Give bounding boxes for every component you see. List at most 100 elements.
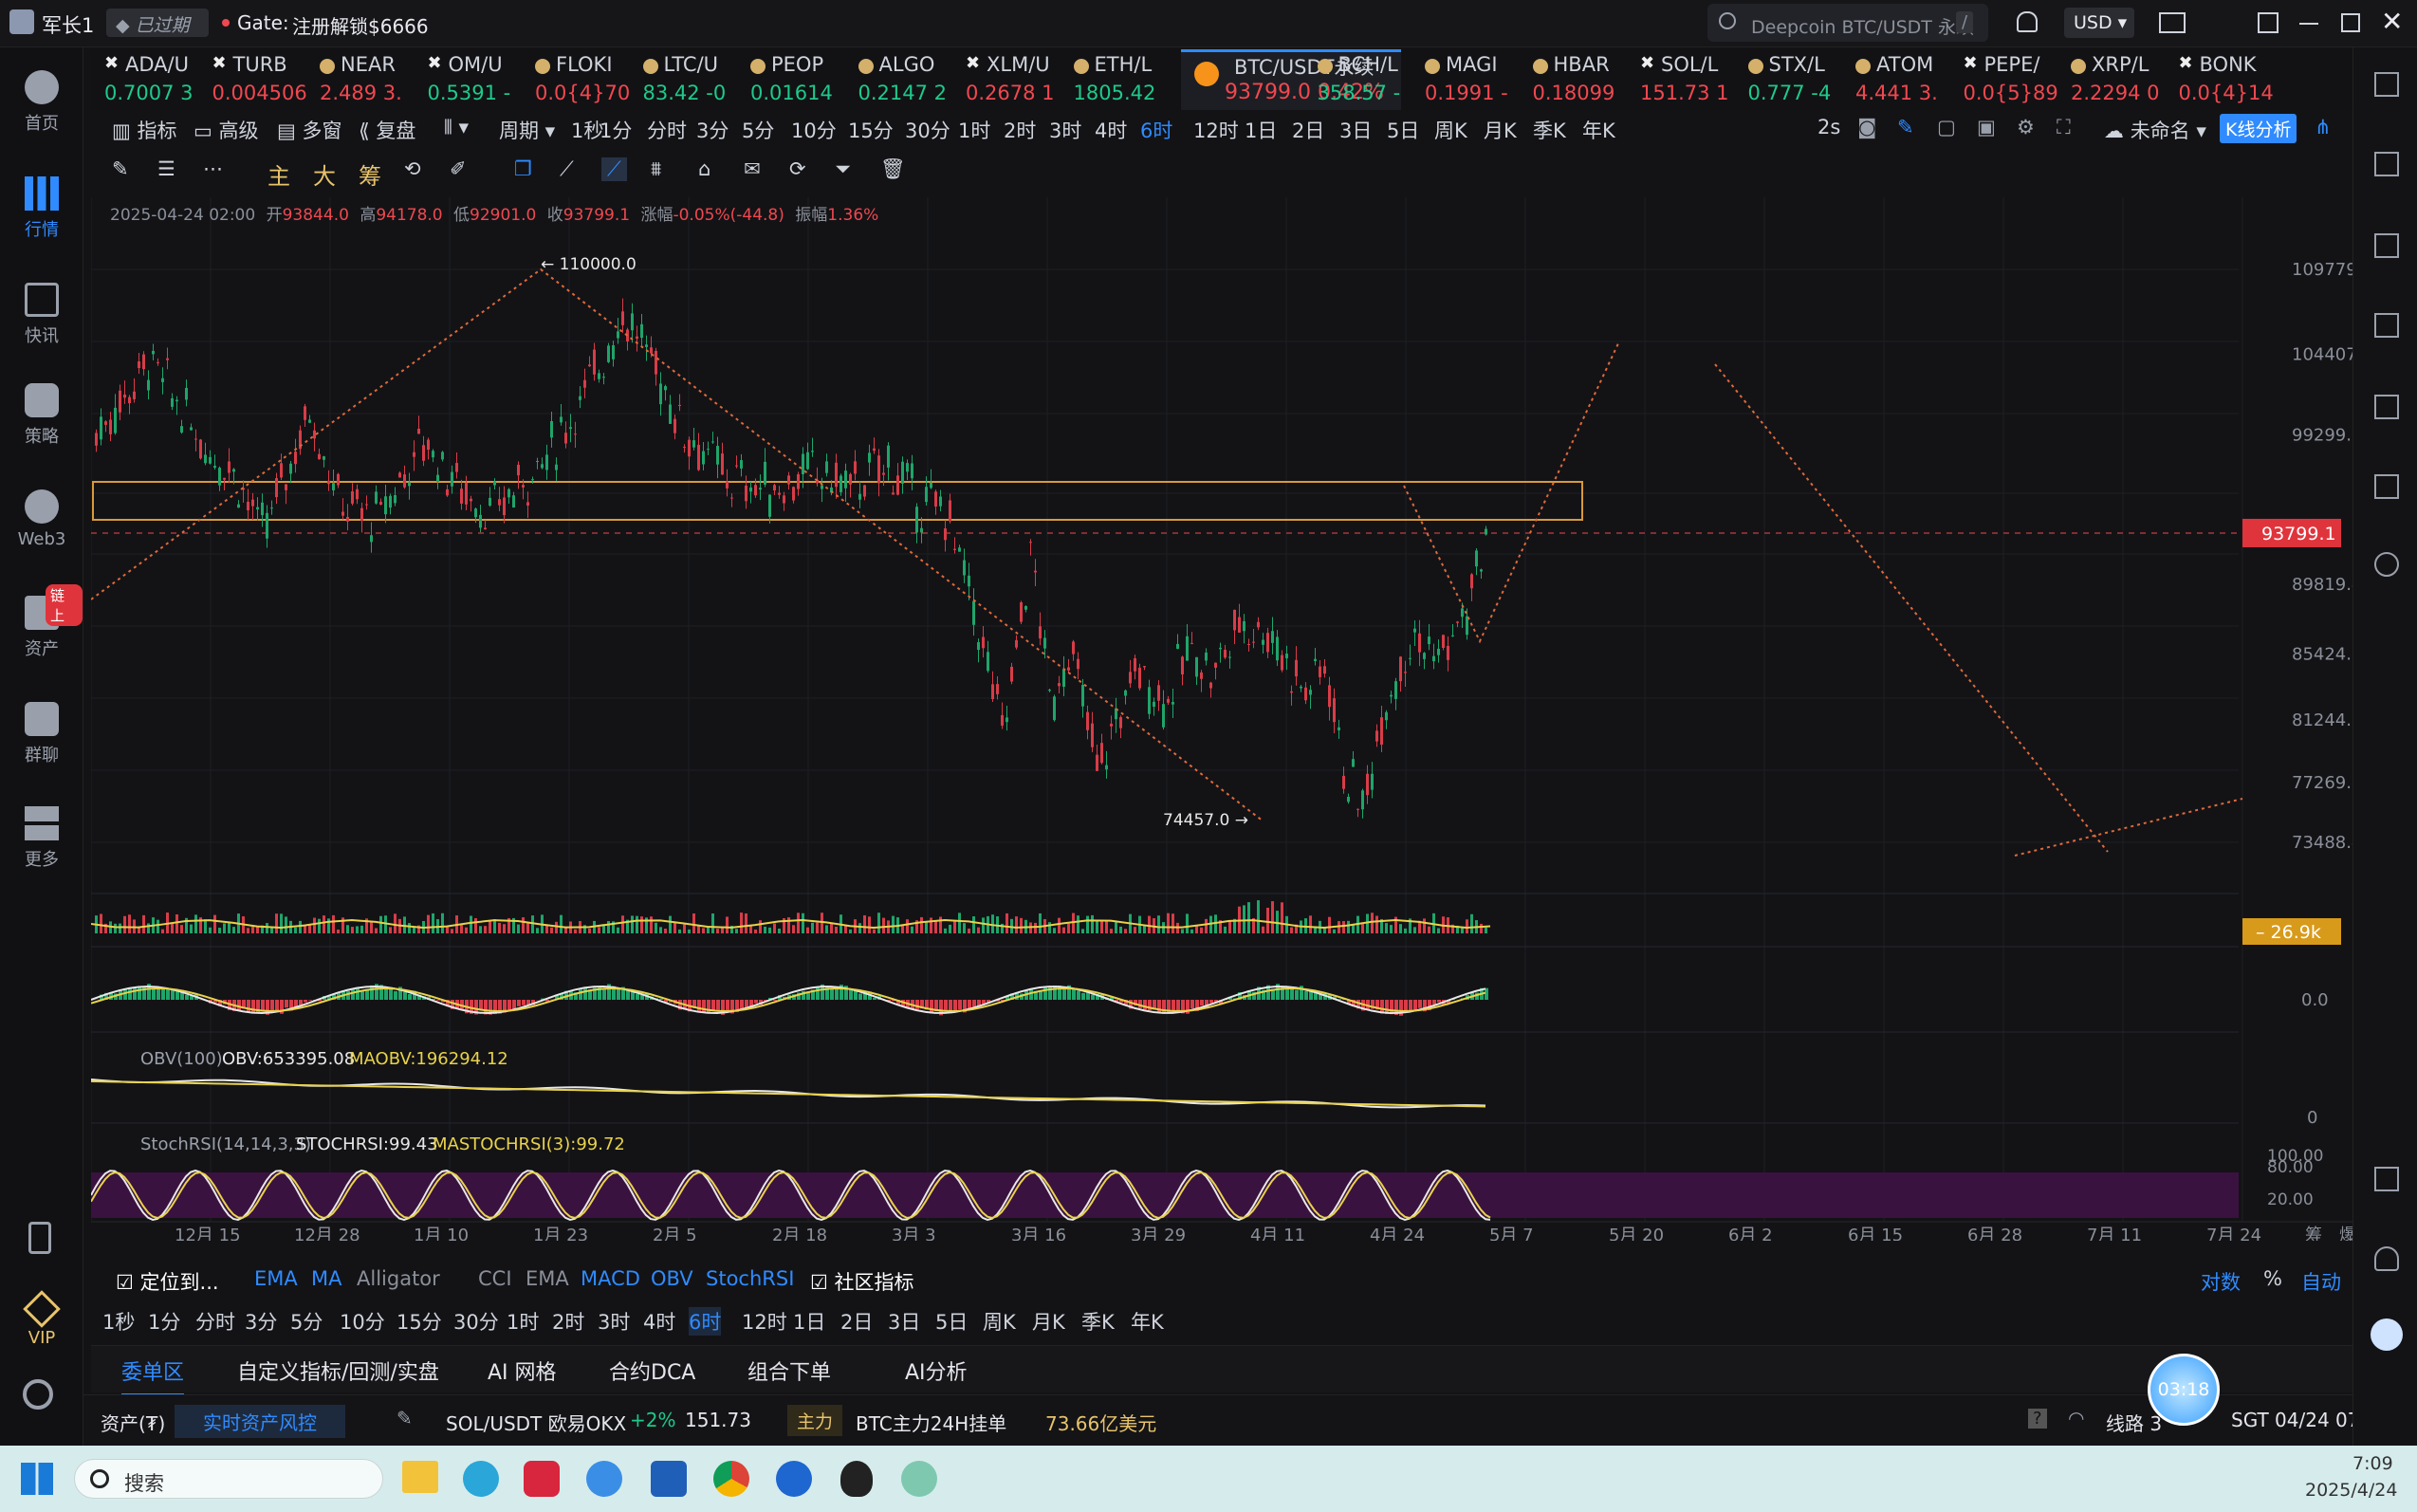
period-dropdown[interactable]: 周期 ▾	[499, 116, 555, 144]
ind-ma[interactable]: MA	[311, 1267, 341, 1290]
ruler-icon[interactable]: ✎	[112, 157, 129, 180]
phone-icon[interactable]	[28, 1222, 51, 1254]
period-17[interactable]: 5日	[1387, 116, 1419, 144]
notice-text[interactable]: 注册解锁$6666	[292, 11, 429, 39]
edge-icon[interactable]	[463, 1461, 499, 1497]
swap-icon[interactable]: ⟲	[404, 157, 421, 180]
risk-button[interactable]: 实时资产风控	[175, 1405, 345, 1438]
period-16[interactable]: 3日	[1339, 116, 1372, 144]
period-14[interactable]: 1日	[1245, 116, 1277, 144]
gear-icon[interactable]: ⚙	[2017, 116, 2035, 138]
percent-toggle[interactable]: %	[2263, 1267, 2282, 1290]
period-21[interactable]: 年K	[1582, 116, 1615, 144]
dollar-icon[interactable]	[2374, 233, 2399, 258]
chart-area[interactable]: 109779.5 104407.9 99299.2 89819.4 85424.5 812…	[91, 197, 2352, 1241]
period-12[interactable]: 6时	[1140, 116, 1172, 144]
period-10[interactable]: 3时	[1049, 116, 1081, 144]
sidebar-item-strategy[interactable]: 策略	[0, 383, 83, 448]
taskbar-search[interactable]: 搜索	[74, 1459, 383, 1499]
period-11[interactable]: 4时	[643, 1307, 675, 1336]
filter-icon[interactable]: ⏷	[835, 157, 851, 181]
locate-button[interactable]: ☑ 定位到...	[116, 1267, 219, 1296]
period-2[interactable]: 分时	[647, 116, 687, 144]
period-16[interactable]: 3日	[888, 1307, 920, 1336]
search-input[interactable]: Deepcoin BTC/USDT 永续	[1751, 13, 1974, 39]
magnet-icon[interactable]: ⟳	[789, 157, 806, 180]
pen-icon[interactable]: ✎	[1897, 116, 1914, 138]
aicoin-icon[interactable]	[776, 1461, 812, 1497]
chart-type-button[interactable]: ⫴ ▾	[444, 116, 469, 139]
notice-prefix[interactable]: Gate:	[237, 11, 289, 34]
period-10[interactable]: 3时	[598, 1307, 630, 1336]
trash-icon[interactable]: 🗑	[880, 157, 906, 181]
period-3[interactable]: 3分	[245, 1307, 277, 1336]
wps-icon[interactable]	[524, 1461, 560, 1497]
community-indicators[interactable]: ☑ 社区指标	[810, 1267, 914, 1296]
trend-icon[interactable]	[2374, 313, 2399, 338]
ticker-bonk[interactable]: ✖ BONK 0.0{4}14	[2179, 53, 2310, 106]
period-4[interactable]: 5分	[290, 1307, 323, 1336]
chrome-icon[interactable]	[713, 1461, 749, 1497]
monitor-icon[interactable]	[2374, 395, 2399, 419]
bottom-tab-0[interactable]: 委单区	[121, 1355, 185, 1396]
sidebar-item-news[interactable]: 快讯	[0, 283, 83, 347]
ind-cci[interactable]: CCI	[478, 1267, 512, 1290]
order-icon[interactable]	[2374, 552, 2399, 577]
settings-icon[interactable]	[23, 1379, 53, 1410]
period-18[interactable]: 周K	[1434, 116, 1467, 144]
sidebar-item-web3[interactable]: Web3	[0, 489, 83, 549]
search-box[interactable]: Deepcoin BTC/USDT 永续 /	[1707, 4, 1988, 42]
list-icon[interactable]	[2374, 152, 2399, 176]
period-5[interactable]: 10分	[791, 116, 837, 144]
lock-icon[interactable]: ⌂	[698, 157, 710, 180]
ind-obv[interactable]: OBV	[651, 1267, 693, 1290]
layout-panel-icon[interactable]	[2374, 1167, 2399, 1191]
period-7[interactable]: 30分	[905, 116, 950, 144]
bell-icon[interactable]	[2017, 11, 2038, 32]
headset-icon[interactable]	[2374, 1246, 2399, 1271]
timer-bubble[interactable]: 03:18	[2148, 1354, 2220, 1426]
period-1[interactable]: 1分	[148, 1307, 180, 1336]
layout-name-dropdown[interactable]: ☁ 未命名 ▾	[2104, 116, 2206, 144]
maximize-icon[interactable]	[2341, 13, 2360, 32]
ind-macd[interactable]: MACD	[581, 1267, 640, 1290]
indicators-button[interactable]: ▥ 指标	[112, 116, 177, 144]
mail-icon[interactable]	[2159, 12, 2186, 33]
card-icon[interactable]	[2374, 474, 2399, 499]
main-chart-button[interactable]: 主	[268, 157, 290, 191]
period-5[interactable]: 10分	[340, 1307, 385, 1336]
period-9[interactable]: 2时	[552, 1307, 584, 1336]
ellipsis-icon[interactable]: ⋯	[203, 157, 223, 180]
period-11[interactable]: 4时	[1095, 116, 1127, 144]
bottom-tab-4[interactable]: 组合下单	[747, 1355, 831, 1386]
period-19[interactable]: 月K	[1032, 1307, 1065, 1336]
sidebar-item-more[interactable]: 更多	[0, 806, 83, 871]
ruler-tool-icon[interactable]: ⟋	[560, 157, 574, 181]
currency-select[interactable]: USD ▾	[2064, 8, 2134, 38]
bottom-tab-3[interactable]: 合约DCA	[609, 1355, 695, 1386]
username[interactable]: 军长1	[42, 10, 94, 39]
ind-ema2[interactable]: EMA	[526, 1267, 569, 1290]
period-6[interactable]: 15分	[848, 116, 894, 144]
interval-label[interactable]: 2s	[1817, 116, 1840, 138]
bottom-tab-1[interactable]: 自定义指标/回测/实盘	[237, 1355, 439, 1386]
vip-button[interactable]: VIP	[0, 1290, 83, 1348]
copy-icon[interactable]: ❐	[514, 157, 532, 180]
chart-svg[interactable]: 109779.5 104407.9 99299.2 89819.4 85424.5 812…	[91, 197, 2352, 1241]
period-6[interactable]: 15分	[397, 1307, 442, 1336]
period-13[interactable]: 12时	[1193, 116, 1239, 144]
draw-tool-icon[interactable]: ✐	[450, 157, 467, 180]
ind-stochrsi[interactable]: StochRSI	[706, 1267, 794, 1290]
camera-icon[interactable]: ◙	[1857, 116, 1876, 138]
period-15[interactable]: 2日	[1292, 116, 1324, 144]
explorer-icon[interactable]	[402, 1461, 438, 1493]
close-icon[interactable]: ✕	[2381, 6, 2403, 37]
popout-icon[interactable]	[2258, 12, 2279, 33]
period-8[interactable]: 1时	[507, 1307, 539, 1336]
period-0[interactable]: 1秒	[102, 1307, 135, 1336]
period-21[interactable]: 年K	[1131, 1307, 1164, 1336]
template-icon[interactable]: ▣	[1977, 116, 1996, 138]
help-icon[interactable]: ?	[2028, 1409, 2047, 1429]
pair-name[interactable]: SOL/USDT 欧易OKX	[446, 1409, 626, 1436]
period-12[interactable]: 6时	[689, 1307, 722, 1336]
